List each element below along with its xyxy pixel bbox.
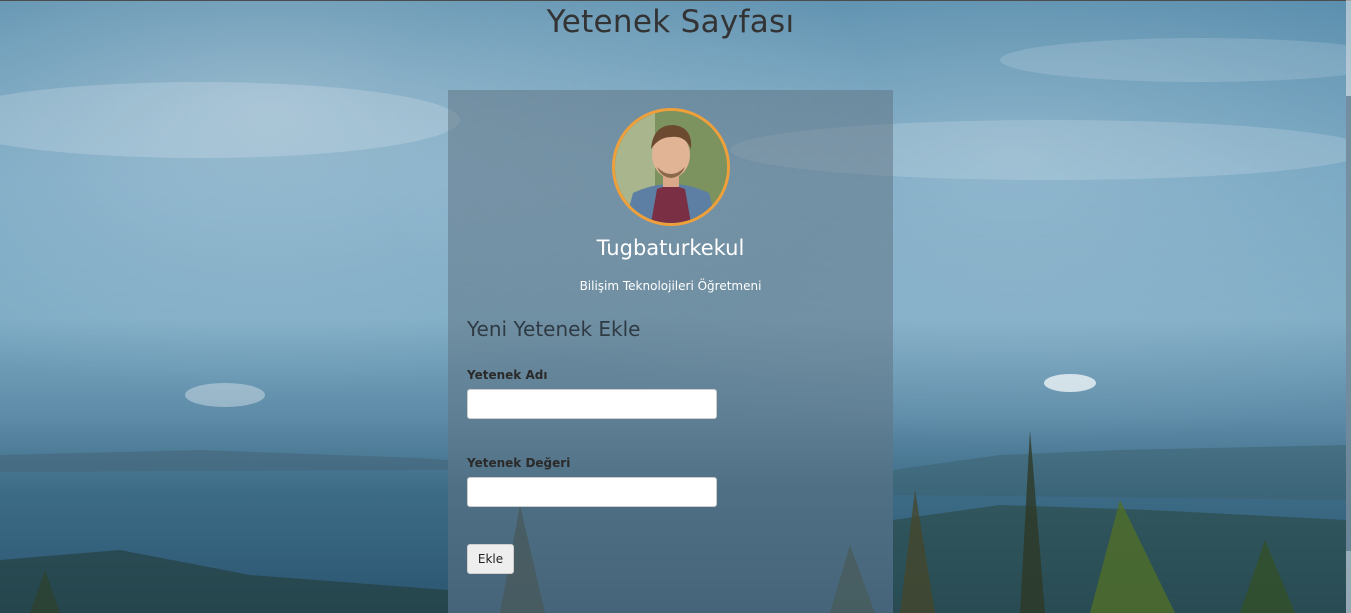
add-skill-button[interactable]: Ekle	[467, 544, 514, 574]
scrollbar-thumb[interactable]	[1346, 96, 1351, 551]
avatar-photo	[615, 111, 727, 223]
profile-name: Tugbaturkekul	[596, 236, 745, 260]
browser-top-border	[0, 0, 1351, 1]
skill-name-input[interactable]	[467, 389, 717, 419]
profile-role: Bilişim Teknolojileri Öğretmeni	[579, 279, 762, 293]
profile-card: Tugbaturkekul Bilişim Teknolojileri Öğre…	[448, 90, 893, 613]
skill-value-label: Yetenek Değeri	[467, 456, 571, 470]
skill-name-label: Yetenek Adı	[467, 368, 548, 382]
form-title: Yeni Yetenek Ekle	[467, 317, 641, 341]
avatar	[612, 108, 730, 226]
skill-value-input[interactable]	[467, 477, 717, 507]
page-title: Yetenek Sayfası	[546, 4, 795, 40]
